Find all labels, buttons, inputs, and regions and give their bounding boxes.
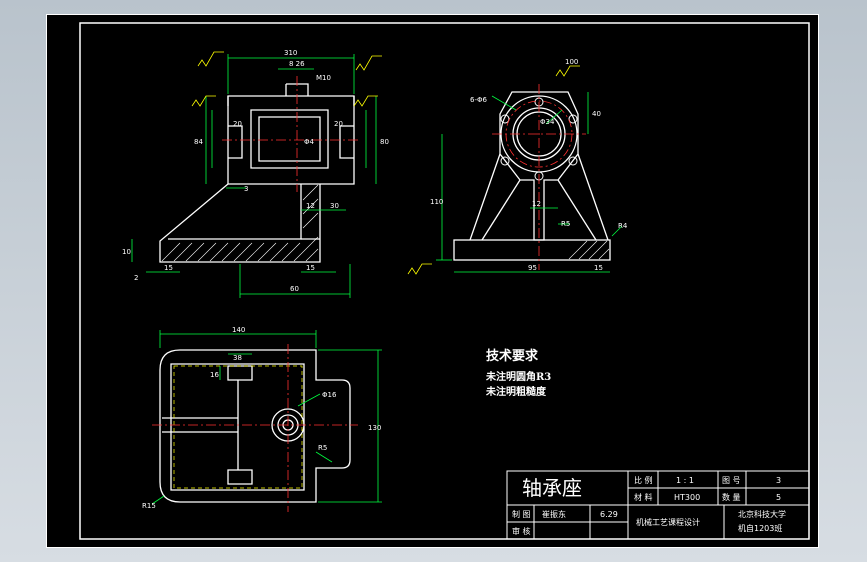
top-view [159,349,351,503]
dim-r15: R15 [142,502,156,510]
inner-frame [79,22,810,540]
tech-heading: 技术要求 [486,348,539,364]
dim-80: 80 [380,138,389,146]
technical-requirements: 技术要求 未注明圆角R3 未注明粗糙度 [485,348,551,398]
drawn-date: 6.29 [600,510,618,519]
dim-20-left: 20 [233,120,242,128]
dim-40: 40 [592,110,601,118]
side-dim-lines [436,92,623,273]
dim-10: 10 [122,248,131,256]
drawn-label: 制 图 [512,509,531,519]
front-dim-labels: 310 8 26 M10 20 20 84 80 Φ4 3 12 30 10 2… [122,49,389,293]
dim-30: 30 [330,202,339,210]
dim-310: 310 [284,49,297,57]
dim-100: 100 [565,58,578,66]
dim-15-left: 15 [164,264,173,272]
side-view [453,91,611,261]
dim-m10: M10 [316,74,331,82]
dim-6-phi6: 6-Φ6 [470,96,487,104]
dim-phi16: Φ16 [322,391,337,399]
tech-line-2: 未注明粗糙度 [485,385,547,398]
dim-2: 2 [134,274,138,282]
side-hatch [568,240,610,260]
roughness-symbols [191,51,580,275]
dim-15-side: 15 [594,264,603,272]
side-centerlines [492,84,586,270]
dim-15-right: 15 [306,264,315,272]
top-centerlines [152,344,358,512]
dim-r5-side: R5 [561,220,570,228]
drawing-no-label: 图 号 [722,476,741,485]
dim-phi4: Φ4 [304,138,315,146]
dim-95: 95 [528,264,537,272]
dim-16: 16 [210,371,219,379]
material-label: 材 料 [634,492,653,502]
part-title: 轴承座 [522,476,582,500]
checked-label: 审 核 [512,526,531,536]
drawing-canvas: 310 8 26 M10 20 20 84 80 Φ4 3 12 30 10 2… [46,14,819,548]
front-view [159,83,355,263]
quantity-value: 5 [776,493,781,502]
dim-130: 130 [368,424,381,432]
dim-110: 110 [430,198,443,206]
dim-phi34: Φ34 [540,118,555,126]
material-value: HT300 [674,493,700,502]
scale-label: 比 例 [634,475,653,485]
outer-border [46,14,819,548]
dim-20-right: 20 [334,120,343,128]
dim-12-side: 12 [532,200,541,208]
dim-12: 12 [306,202,315,210]
dim-38: 38 [233,354,242,362]
front-centerlines [222,76,360,192]
drawn-name: 崔振东 [542,509,566,519]
dim-r5-top: R5 [318,444,327,452]
school-name: 北京科技大学 [738,509,786,519]
front-hatch [161,184,319,262]
dim-3: 3 [244,185,248,193]
class-name: 机自1203班 [738,523,782,533]
cad-viewport[interactable]: 310 8 26 M10 20 20 84 80 Φ4 3 12 30 10 2… [46,14,819,548]
scale-value: 1 : 1 [676,476,694,485]
dim-60: 60 [290,285,299,293]
dim-8-26: 8 26 [289,60,305,68]
dim-r4: R4 [618,222,628,230]
top-dim-lines [151,330,382,505]
course-name: 机械工艺课程设计 [636,517,700,527]
tech-line-1: 未注明圆角R3 [485,370,551,383]
dim-84: 84 [194,138,203,146]
drawing-no-value: 3 [776,476,781,485]
dim-140: 140 [232,326,245,334]
quantity-label: 数 量 [722,492,741,502]
